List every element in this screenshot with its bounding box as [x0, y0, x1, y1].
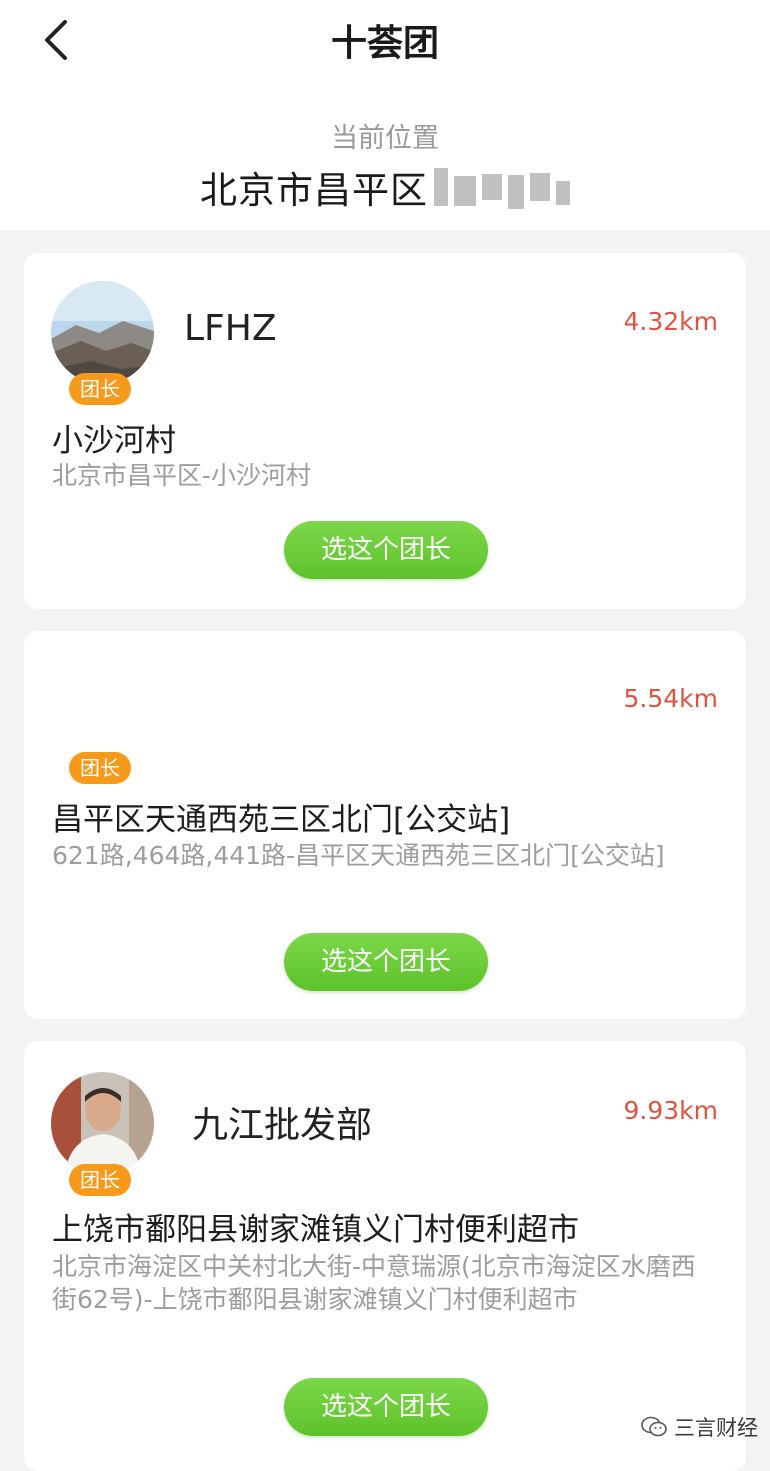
distance: 5.54km [623, 684, 719, 713]
select-leader-button[interactable]: 选这个团长 [284, 1378, 488, 1436]
leader-name: 九江批发部 [192, 1105, 373, 1146]
pickup-address: 北京市昌平区-小沙河村 [52, 461, 312, 490]
pickup-address: 621路,464路,441路-昌平区天通西苑三区北门[公交站] [52, 841, 665, 870]
pickup-spot: 昌平区天通西苑三区北门[公交站] [52, 802, 511, 838]
watermark-text: 三言财经 [674, 1416, 758, 1440]
page-title: 十荟团 [330, 23, 439, 64]
page-header: 十荟团 当前位置 北京市昌平区 [0, 0, 770, 230]
leader-badge: 团长 [69, 1164, 131, 1196]
select-leader-button[interactable]: 选这个团长 [284, 933, 488, 991]
select-leader-button[interactable]: 选这个团长 [284, 521, 488, 579]
leader-badge: 团长 [69, 373, 131, 405]
distance: 9.93km [623, 1096, 719, 1125]
leader-card[interactable]: 团长 九江批发部 9.93km 上饶市鄱阳县谢家滩镇义门村便利超市 北京市海淀区… [24, 1041, 746, 1471]
person-photo [51, 1072, 154, 1175]
leader-badge: 团长 [69, 752, 131, 784]
distance: 4.32km [623, 307, 719, 336]
mountain-photo [51, 281, 154, 384]
watermark: 三言财经 [640, 1412, 758, 1442]
location-value: 北京市昌平区 [200, 169, 428, 212]
location-label: 当前位置 [331, 123, 439, 154]
redacted-address [434, 165, 570, 209]
leader-name: LFHZ [184, 308, 277, 349]
pickup-address: 北京市海淀区中关村北大街-中意瑞源(北京市海淀区水磨西街62号)-上饶市鄱阳县谢… [52, 1252, 696, 1314]
leader-card[interactable]: 5.54km 团长 昌平区天通西苑三区北门[公交站] 621路,464路,441… [24, 631, 746, 1019]
pickup-spot: 上饶市鄱阳县谢家滩镇义门村便利超市 [52, 1212, 579, 1248]
current-location[interactable]: 北京市昌平区 [0, 160, 770, 214]
avatar [51, 281, 154, 384]
wechat-icon [641, 1416, 667, 1437]
avatar [51, 1072, 154, 1175]
leader-card[interactable]: 团长 LFHZ 4.32km 小沙河村 北京市昌平区-小沙河村 选这个团长 [24, 253, 746, 609]
pickup-spot: 小沙河村 [52, 423, 176, 459]
